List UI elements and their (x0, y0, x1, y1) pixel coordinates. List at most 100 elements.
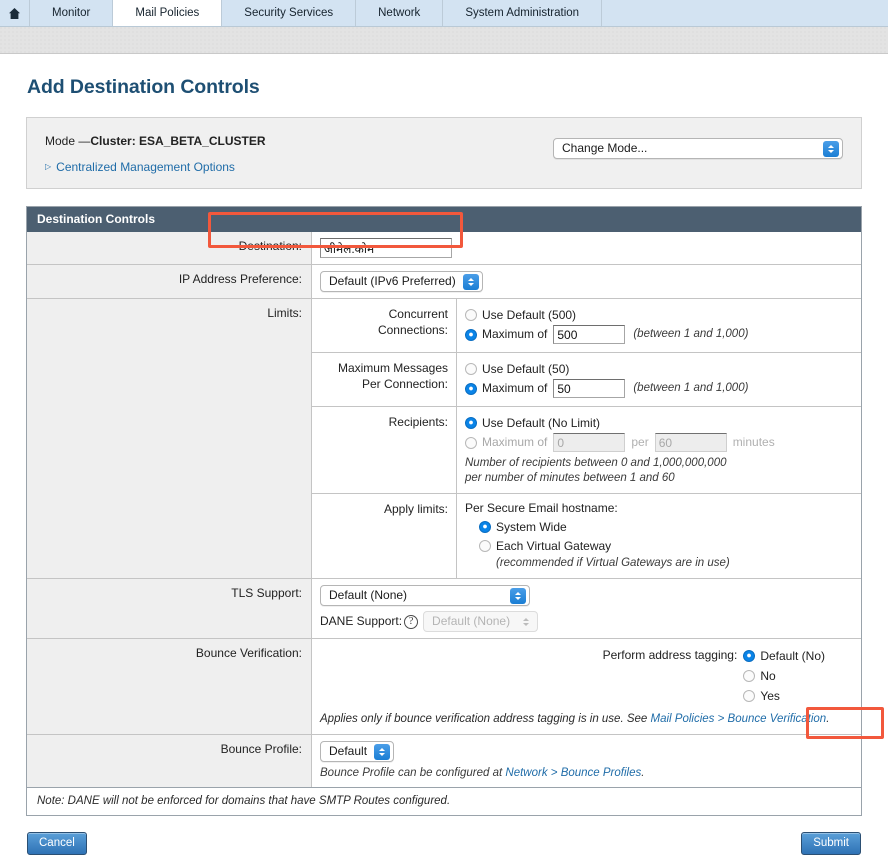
address-tagging-default-label: Default (No) (760, 648, 825, 663)
max-messages-use-default-label: Use Default (50) (482, 361, 570, 376)
tls-support-value-cell: Default (None) DANE Support: ? Default (… (312, 579, 861, 638)
row-destination: Destination: (27, 232, 861, 265)
concurrent-use-default-label: Use Default (500) (482, 307, 577, 322)
bounce-profile-footnote-suffix: . (641, 767, 645, 779)
max-messages-use-default-option[interactable]: Use Default (50) (465, 360, 853, 378)
page-container: Add Destination Controls Mode —Cluster: … (0, 76, 888, 855)
destination-controls-form: Destination: IP Address Preference: Defa… (26, 232, 862, 788)
each-virtual-gateway-label: Each Virtual Gateway (496, 538, 612, 553)
limits-label: Limits: (27, 299, 312, 578)
subrow-max-messages-per-connection: Maximum Messages Per Connection: Use Def… (312, 353, 861, 407)
system-wide-label: System Wide (496, 519, 567, 534)
bounce-verification-footnote-prefix: Applies only if bounce verification addr… (320, 713, 651, 725)
recipients-hint-line-1: Number of recipients between 0 and 1,000… (465, 457, 727, 469)
apply-limits-value-cell: Per Secure Email hostname: System Wide E… (457, 494, 861, 578)
address-tagging-yes-label: Yes (760, 688, 780, 703)
radio-max-messages-use-default[interactable] (465, 363, 477, 375)
radio-max-messages-maximum[interactable] (465, 382, 477, 395)
mode-prefix-label: Mode — (45, 134, 91, 148)
address-tagging-default-option[interactable]: Default (No) (743, 647, 825, 665)
bounce-profile-footnote: Bounce Profile can be configured at Netw… (320, 766, 853, 781)
tls-support-label: TLS Support: (27, 579, 312, 638)
centralized-management-options-toggle[interactable]: ▷ Centralized Management Options (45, 160, 553, 174)
radio-recipients-maximum[interactable] (465, 436, 477, 449)
radio-concurrent-maximum[interactable] (465, 328, 477, 341)
mode-line: Mode —Cluster: ESA_BETA_CLUSTER (45, 134, 553, 148)
bounce-profile-select[interactable]: Default (320, 741, 395, 762)
header-texture-strip (0, 27, 888, 54)
dane-support-select[interactable]: Default (None) (423, 611, 539, 632)
chevron-updown-icon (374, 744, 391, 760)
concurrent-connections-maximum-option[interactable]: Maximum of (between 1 and 1,000) (465, 325, 853, 344)
radio-concurrent-use-default[interactable] (465, 309, 477, 321)
chevron-updown-icon (823, 141, 839, 157)
concurrent-connections-use-default-option[interactable]: Use Default (500) (465, 306, 853, 324)
ip-address-preference-select[interactable]: Default (IPv6 Preferred) (320, 271, 483, 292)
bounce-profile-select-value: Default (329, 744, 368, 758)
tls-support-select[interactable]: Default (None) (320, 585, 530, 606)
mode-cluster-value: Cluster: ESA_BETA_CLUSTER (90, 134, 266, 148)
tab-mail-policies[interactable]: Mail Policies (113, 0, 223, 26)
bounce-verification-footnote-suffix: . (826, 713, 830, 725)
row-limits: Limits: Concurrent Connections: Use Defa… (27, 299, 861, 579)
form-footer: Cancel Submit (26, 832, 862, 855)
tab-network-label: Network (378, 7, 421, 19)
address-tagging-no-label: No (760, 668, 776, 683)
ip-address-preference-label: IP Address Preference: (27, 265, 312, 298)
max-messages-maximum-input[interactable] (553, 379, 626, 398)
apply-limits-each-virtual-gateway-option[interactable]: Each Virtual Gateway (479, 537, 853, 555)
recipients-maximum-option[interactable]: Maximum of per minutes (465, 433, 853, 452)
recipients-hint-line-2: per number of minutes between 1 and 60 (465, 472, 675, 484)
radio-address-tagging-default[interactable] (743, 650, 756, 662)
recipients-minutes-input[interactable] (654, 433, 727, 452)
recipients-per-label: per (631, 435, 649, 449)
ip-address-preference-value-cell: Default (IPv6 Preferred) (312, 265, 861, 298)
dane-support-select-value: Default (None) (432, 614, 511, 628)
concurrent-maximum-label: Maximum of (482, 327, 548, 341)
radio-address-tagging-no[interactable] (743, 670, 756, 682)
radio-address-tagging-yes[interactable] (743, 690, 756, 702)
bounce-profile-footnote-prefix: Bounce Profile can be configured at (320, 767, 506, 779)
apply-limits-hint: (recommended if Virtual Gateways are in … (496, 557, 730, 569)
address-tagging-no-option[interactable]: No (743, 667, 825, 685)
dane-support-row: DANE Support: ? Default (None) (320, 611, 853, 632)
limits-value-cell: Concurrent Connections: Use Default (500… (312, 299, 861, 578)
address-tagging-yes-option[interactable]: Yes (743, 687, 825, 705)
radio-each-virtual-gateway[interactable] (479, 540, 491, 552)
max-messages-value-cell: Use Default (50) Maximum of (between 1 a… (457, 353, 861, 406)
question-mark-icon[interactable]: ? (404, 614, 419, 629)
recipients-minutes-label: minutes (732, 435, 775, 449)
max-messages-maximum-label: Maximum of (482, 381, 548, 395)
subrow-concurrent-connections: Concurrent Connections: Use Default (500… (312, 299, 861, 353)
recipients-label: Recipients: (312, 407, 457, 493)
recipients-use-default-option[interactable]: Use Default (No Limit) (465, 414, 853, 432)
radio-recipients-use-default[interactable] (465, 417, 477, 429)
radio-system-wide[interactable] (479, 521, 491, 533)
destination-input[interactable] (320, 238, 452, 258)
dane-note-text: Note: DANE will not be enforced for doma… (37, 795, 451, 807)
bounce-verification-value-cell: Perform address tagging: Default (No) No (312, 639, 861, 734)
change-mode-select[interactable]: Change Mode... (553, 138, 843, 159)
nav-filler (602, 0, 888, 26)
chevron-updown-icon (510, 588, 526, 604)
chevron-updown-icon (462, 274, 479, 290)
bounce-profile-footnote-link[interactable]: Network > Bounce Profiles (505, 767, 641, 779)
row-ip-address-preference: IP Address Preference: Default (IPv6 Pre… (27, 265, 861, 299)
recipients-maximum-input[interactable] (553, 433, 626, 452)
cancel-button[interactable]: Cancel (27, 832, 87, 855)
bounce-verification-footnote: Applies only if bounce verification addr… (312, 706, 861, 734)
tab-network[interactable]: Network (356, 0, 444, 26)
max-messages-maximum-option[interactable]: Maximum of (between 1 and 1,000) (465, 379, 853, 398)
tab-security-services[interactable]: Security Services (222, 0, 357, 26)
submit-button[interactable]: Submit (801, 832, 861, 855)
perform-address-tagging-options: Default (No) No Yes (743, 646, 825, 706)
tab-monitor[interactable]: Monitor (30, 0, 114, 26)
section-header-label: Destination Controls (37, 212, 156, 226)
bounce-verification-footnote-link[interactable]: Mail Policies > Bounce Verification (651, 713, 827, 725)
apply-limits-system-wide-option[interactable]: System Wide (479, 518, 853, 536)
concurrent-maximum-input[interactable] (553, 325, 626, 344)
page-title: Add Destination Controls (27, 76, 260, 98)
tab-system-administration[interactable]: System Administration (443, 0, 603, 26)
home-button[interactable] (0, 0, 30, 26)
home-icon (8, 7, 21, 20)
